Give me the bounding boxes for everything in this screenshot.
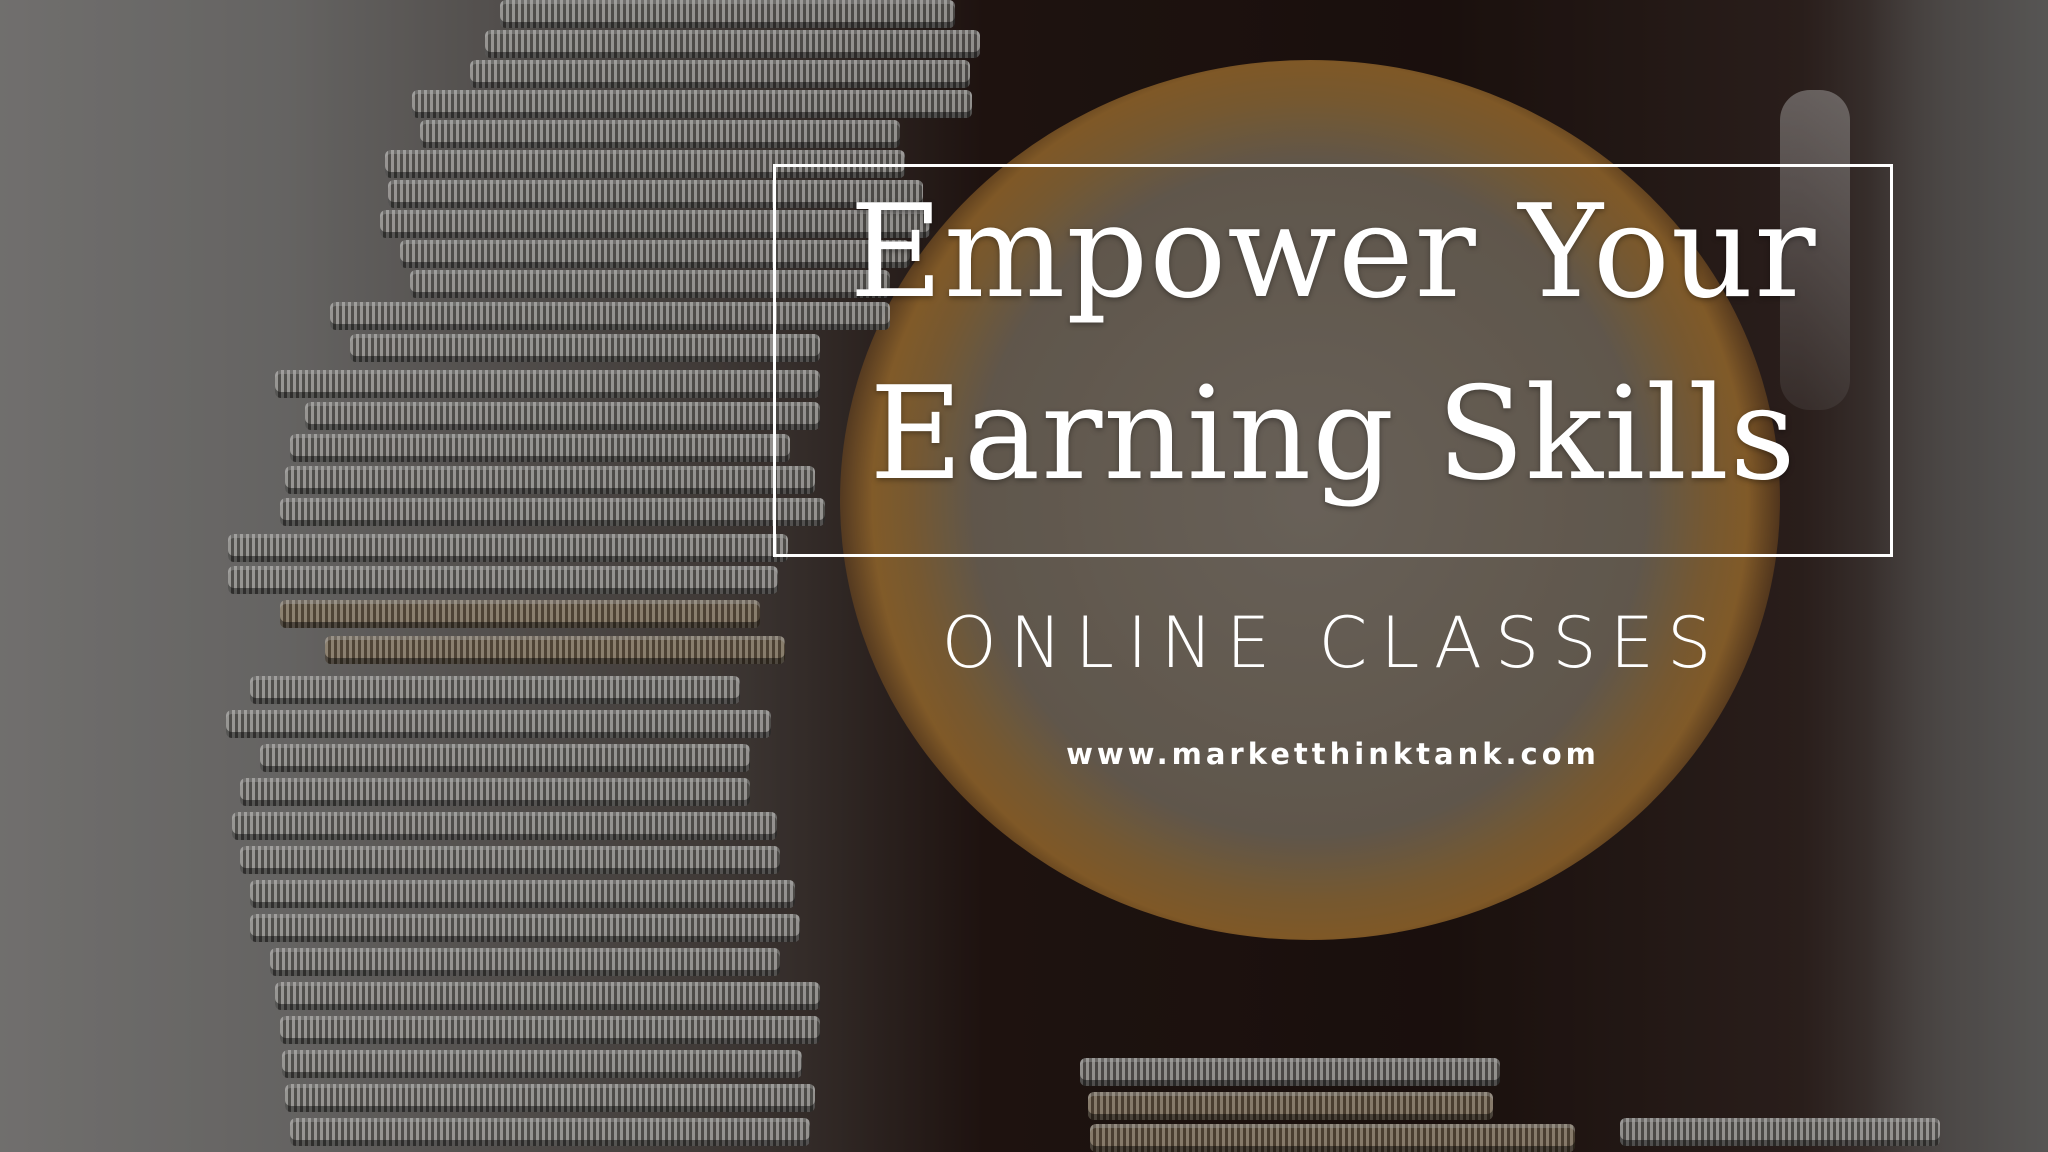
title-line-2: Earning Skills — [869, 360, 1797, 509]
subtitle: ONLINE CLASSES — [941, 602, 1725, 684]
website-url: www.marketthinktank.com — [1066, 737, 1600, 771]
title-line-1: Empower Your — [849, 178, 1817, 327]
promo-banner: Empower Your Earning Skills ONLINE CLASS… — [0, 0, 2048, 1152]
title-frame: Empower Your Earning Skills — [773, 164, 1893, 557]
